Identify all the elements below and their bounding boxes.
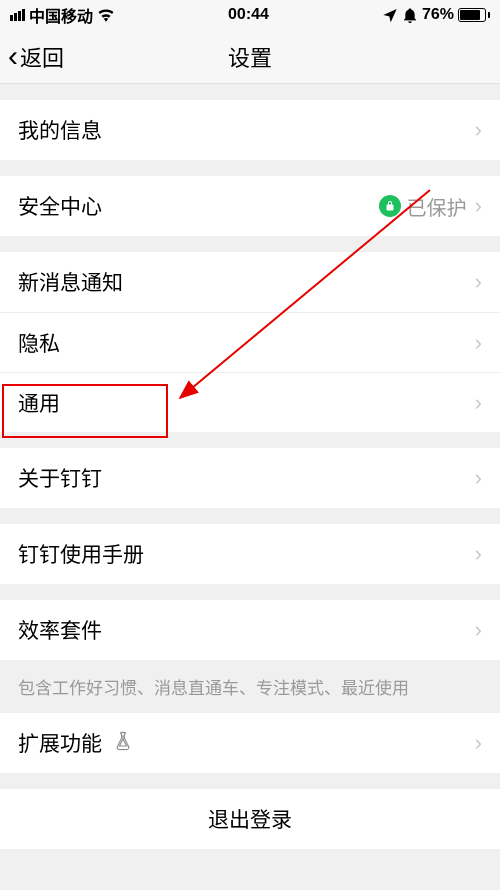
chevron-right-icon: ›: [475, 541, 482, 567]
cell-efficiency[interactable]: 效率套件 ›: [0, 600, 500, 660]
cell-new-message[interactable]: 新消息通知 ›: [0, 252, 500, 312]
cell-label: 扩展功能: [18, 728, 475, 758]
back-label: 返回: [20, 41, 64, 73]
page-title: 设置: [228, 41, 272, 73]
status-bar: 中国移动 00:44 76%: [0, 0, 500, 30]
location-icon: [382, 7, 398, 23]
lock-icon: [379, 195, 401, 217]
chevron-right-icon: ›: [475, 269, 482, 295]
status-time: 00:44: [228, 6, 269, 24]
alarm-icon: [402, 7, 418, 23]
nav-bar: ‹ 返回 设置: [0, 30, 500, 84]
battery-icon: [458, 8, 490, 22]
cell-security-center[interactable]: 安全中心 已保护 ›: [0, 176, 500, 236]
cell-label: 钉钉使用手册: [18, 539, 475, 569]
flask-icon: [114, 731, 132, 751]
cell-my-info[interactable]: 我的信息 ›: [0, 100, 500, 160]
logout-button[interactable]: 退出登录: [0, 789, 500, 849]
status-left: 中国移动: [10, 3, 115, 27]
cell-label: 关于钉钉: [18, 463, 475, 493]
carrier-label: 中国移动: [29, 3, 93, 27]
chevron-right-icon: ›: [475, 617, 482, 643]
chevron-right-icon: ›: [475, 330, 482, 356]
cell-manual[interactable]: 钉钉使用手册 ›: [0, 524, 500, 584]
chevron-left-icon: ‹: [8, 42, 18, 72]
cell-value: 已保护: [379, 192, 467, 221]
chevron-right-icon: ›: [475, 465, 482, 491]
cell-general[interactable]: 通用 ›: [0, 372, 500, 432]
cell-label: 效率套件: [18, 615, 475, 645]
security-status: 已保护: [407, 192, 467, 221]
cell-label: 我的信息: [18, 115, 475, 145]
cell-privacy[interactable]: 隐私 ›: [0, 312, 500, 372]
cell-label: 安全中心: [18, 191, 379, 221]
logout-label: 退出登录: [208, 804, 292, 834]
efficiency-hint: 包含工作好习惯、消息直通车、专注模式、最近使用: [0, 660, 500, 713]
cell-extensions[interactable]: 扩展功能 ›: [0, 713, 500, 773]
chevron-right-icon: ›: [475, 193, 482, 219]
chevron-right-icon: ›: [475, 117, 482, 143]
cell-label: 通用: [18, 388, 475, 418]
battery-percent: 76%: [422, 6, 454, 24]
chevron-right-icon: ›: [475, 730, 482, 756]
status-right: 76%: [382, 6, 490, 24]
cell-label: 新消息通知: [18, 267, 475, 297]
back-button[interactable]: ‹ 返回: [0, 41, 64, 73]
cell-about[interactable]: 关于钉钉 ›: [0, 448, 500, 508]
cell-label: 隐私: [18, 328, 475, 358]
wifi-icon: [97, 8, 115, 22]
signal-icon: [10, 9, 25, 21]
chevron-right-icon: ›: [475, 390, 482, 416]
